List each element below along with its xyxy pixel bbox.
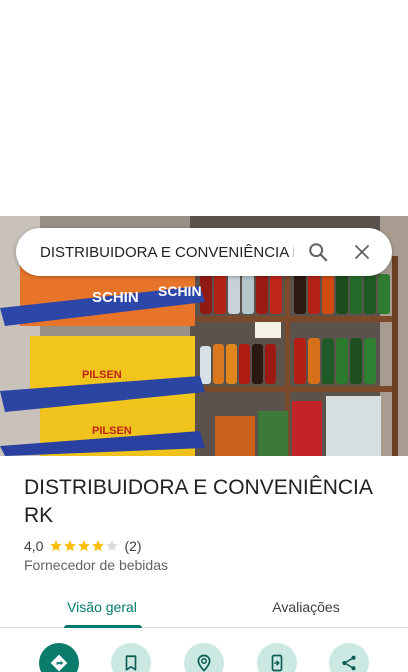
- nearby-icon: [197, 654, 211, 672]
- nearby-button[interactable]: [184, 643, 224, 672]
- tab-reviews[interactable]: Avaliações: [204, 586, 408, 627]
- search-query[interactable]: DISTRIBUIDORA E CONVENIÊNCIA RK: [40, 244, 294, 261]
- tab-label: Visão geral: [67, 598, 137, 615]
- place-details-page: SCHIN SCHIN PILSEN PILSEN DISTRIBUIDORA …: [0, 0, 408, 672]
- bookmark-icon: [125, 655, 137, 671]
- directions-button[interactable]: [39, 643, 79, 672]
- photo-sign: PILSEN: [82, 369, 122, 381]
- star-filled-icon: [64, 540, 77, 552]
- rating-row[interactable]: 4,0 (2): [24, 536, 142, 556]
- share-button[interactable]: [329, 643, 369, 672]
- star-filled-icon: [50, 540, 63, 552]
- search-bar[interactable]: DISTRIBUIDORA E CONVENIÊNCIA RK: [16, 228, 392, 276]
- save-button[interactable]: [111, 643, 151, 672]
- star-filled-icon: [78, 540, 91, 552]
- place-name: DISTRIBUIDORA E CONVENIÊNCIA RK: [24, 476, 372, 527]
- photo-sign: SCHIN: [158, 283, 202, 299]
- directions-icon: [50, 654, 68, 672]
- search-icon[interactable]: [298, 232, 338, 272]
- photo-sign: PILSEN: [92, 425, 132, 437]
- share-icon: [342, 655, 356, 671]
- star-empty-icon: [106, 540, 119, 552]
- close-icon[interactable]: [342, 232, 382, 272]
- place-tabs: Visão geral Avaliações: [0, 586, 408, 628]
- photo-sign: SCHIN: [92, 289, 139, 306]
- send-to-phone-icon: [271, 654, 283, 672]
- rating-stars: [49, 539, 119, 553]
- place-category: Fornecedor de bebidas: [24, 557, 168, 573]
- tab-overview[interactable]: Visão geral: [0, 586, 204, 628]
- review-count: (2): [124, 538, 142, 554]
- rating-value: 4,0: [24, 538, 44, 554]
- star-filled-icon: [92, 540, 105, 552]
- tab-label: Avaliações: [272, 598, 340, 615]
- action-buttons: [0, 640, 408, 672]
- send-to-phone-button[interactable]: [257, 643, 297, 672]
